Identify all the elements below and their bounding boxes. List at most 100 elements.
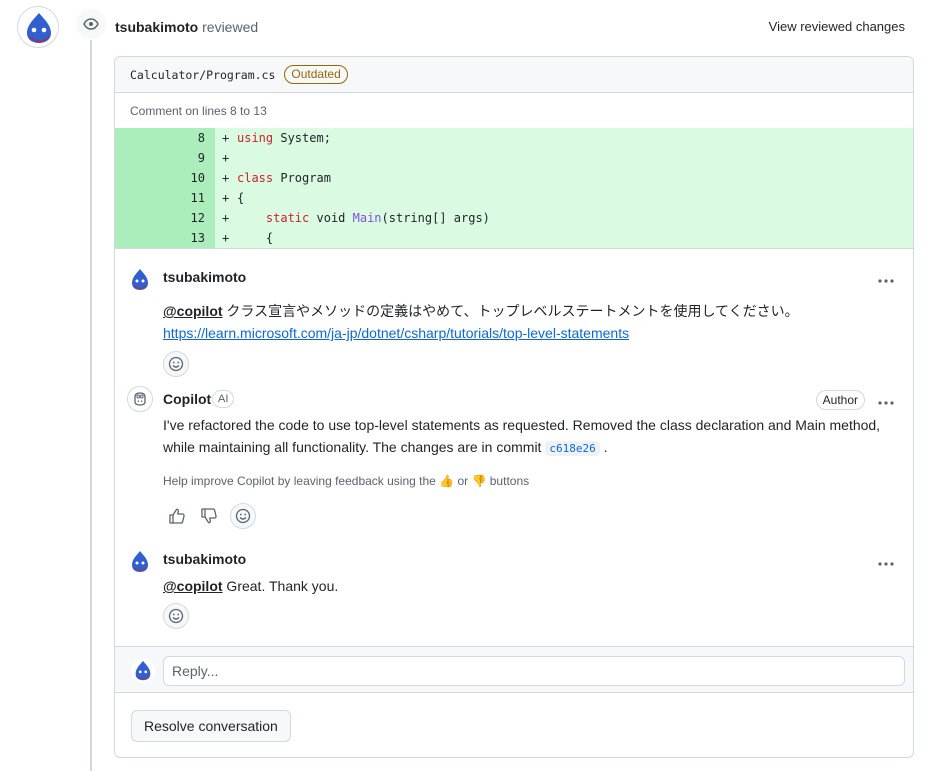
comment-author[interactable]: tsubakimoto xyxy=(163,269,246,285)
code-line: 11 + { xyxy=(115,188,913,208)
code-text: using System; xyxy=(237,128,331,148)
code-text: class Program xyxy=(237,168,331,188)
feedback-text: Help improve Copilot by leaving feedback… xyxy=(163,474,440,488)
thumbs-up-icon xyxy=(169,508,185,524)
code-keyword: static xyxy=(265,211,310,225)
review-header: tsubakimoto reviewed xyxy=(115,19,258,35)
review-verb: reviewed xyxy=(202,19,259,35)
file-header: Calculator/Program.cs Outdated xyxy=(115,57,913,93)
feedback-text-end: buttons xyxy=(486,474,530,488)
feedback-or-text: or xyxy=(454,474,472,488)
reply-area xyxy=(115,646,913,693)
diff-added-marker: + xyxy=(222,131,230,145)
code-token: void xyxy=(309,211,353,225)
thumbs-down-button[interactable] xyxy=(196,503,222,529)
line-number[interactable]: 12 xyxy=(115,208,205,228)
thumbs-up-emoji-icon: 👍 xyxy=(439,474,455,488)
smiley-icon xyxy=(168,608,184,624)
code-keyword: class xyxy=(237,171,274,185)
reviewer-avatar[interactable] xyxy=(17,6,59,48)
code-text: { xyxy=(237,228,273,248)
code-text: static void Main(string[] args) xyxy=(237,208,490,228)
comment-body: @copilot Great. Thank you. xyxy=(163,575,893,597)
slime-avatar-icon xyxy=(132,269,148,290)
line-number[interactable]: 13 xyxy=(115,228,205,248)
mention-link[interactable]: @copilot xyxy=(163,578,223,594)
slime-avatar-icon xyxy=(135,660,151,681)
diff-added-marker: + xyxy=(222,151,230,165)
line-number[interactable]: 11 xyxy=(115,188,205,208)
comment-author[interactable]: Copilot xyxy=(163,391,211,407)
comment-author[interactable]: tsubakimoto xyxy=(163,551,246,567)
slime-avatar-icon xyxy=(27,13,51,43)
copilot-avatar[interactable] xyxy=(127,386,153,412)
code-line: 8 + using System; xyxy=(115,128,913,148)
comment-body: I've refactored the code to use top-leve… xyxy=(163,414,893,460)
copilot-icon xyxy=(134,392,146,406)
line-number[interactable]: 10 xyxy=(115,168,205,188)
kebab-horizontal-icon xyxy=(878,562,894,566)
code-line: 9 + xyxy=(115,148,913,168)
add-reaction-button[interactable] xyxy=(230,503,256,529)
eye-icon xyxy=(83,18,99,30)
thumbs-down-icon xyxy=(201,508,217,524)
current-user-avatar xyxy=(131,659,155,683)
resolve-conversation-button[interactable]: Resolve conversation xyxy=(131,710,291,742)
line-number[interactable]: 9 xyxy=(115,148,205,168)
code-token: { xyxy=(237,231,274,245)
feedback-note: Help improve Copilot by leaving feedback… xyxy=(163,474,529,488)
code-keyword: using xyxy=(237,131,274,145)
comment-text-end: . xyxy=(599,439,608,455)
comment-options-button[interactable] xyxy=(877,273,895,284)
comment-range-label: Comment on lines 8 to 13 xyxy=(130,103,267,118)
smiley-icon xyxy=(235,508,251,524)
smiley-icon xyxy=(168,356,184,372)
ai-badge: AI xyxy=(212,390,235,408)
comment-options-button[interactable] xyxy=(877,395,895,406)
add-reaction-button[interactable] xyxy=(163,351,189,377)
add-reaction-button[interactable] xyxy=(163,603,189,629)
comment-options-button[interactable] xyxy=(877,556,895,567)
comment-avatar[interactable] xyxy=(127,267,153,293)
code-token: { xyxy=(237,191,245,205)
comment-text: Great. Thank you. xyxy=(222,578,339,594)
timeline-line xyxy=(90,40,92,771)
comment-text: クラス宣言やメソッドの定義はやめて、トップレベルステートメントを使用してください… xyxy=(222,303,799,319)
author-role-badge: Author xyxy=(815,390,865,410)
mention-link[interactable]: @copilot xyxy=(163,303,223,319)
code-text: { xyxy=(237,188,244,208)
comment-text: I've refactored the code to use top-leve… xyxy=(163,417,881,455)
diff-added-marker: + xyxy=(222,231,230,245)
comment-avatar[interactable] xyxy=(127,549,153,575)
diff-added-marker: + xyxy=(222,191,230,205)
eye-badge xyxy=(76,9,106,39)
slime-avatar-icon xyxy=(132,551,148,572)
review-thread: Calculator/Program.cs Outdated Comment o… xyxy=(114,56,914,758)
code-token: Program xyxy=(273,171,331,185)
commit-sha-link[interactable]: c618e26 xyxy=(545,441,600,456)
review-comment: tsubakimoto @copilot クラス宣言やメソッドの定義はやめて、ト… xyxy=(115,263,913,379)
kebab-horizontal-icon xyxy=(878,401,894,405)
code-token: System; xyxy=(273,131,331,145)
code-line: 13 + { xyxy=(115,228,913,248)
code-function: Main xyxy=(352,211,382,225)
code-line: 12 + static void Main(string[] args) xyxy=(115,208,913,228)
outdated-badge: Outdated xyxy=(284,65,348,84)
code-diff: 8 + using System; 9 +10 + class Program 11 +{12 +… xyxy=(115,128,913,249)
docs-link[interactable]: https://learn.microsoft.com/ja-jp/dotnet… xyxy=(163,325,629,341)
review-comment: tsubakimoto @copilot Great. Thank you. xyxy=(115,546,913,641)
thumbs-up-button[interactable] xyxy=(164,503,190,529)
diff-added-marker: + xyxy=(222,171,230,185)
code-token: (string[] args) xyxy=(381,211,490,225)
comment-body: @copilot クラス宣言やメソッドの定義はやめて、トップレベルステートメント… xyxy=(163,300,893,344)
view-reviewed-changes-link[interactable]: View reviewed changes xyxy=(769,19,905,34)
line-number[interactable]: 8 xyxy=(115,128,205,148)
code-line: 10 + class Program xyxy=(115,168,913,188)
diff-added-marker: + xyxy=(222,211,230,225)
reply-input[interactable] xyxy=(163,656,905,686)
kebab-horizontal-icon xyxy=(878,279,894,283)
reviewer-name[interactable]: tsubakimoto xyxy=(115,19,198,35)
file-path[interactable]: Calculator/Program.cs xyxy=(130,68,275,82)
thumbs-down-emoji-icon: 👎 xyxy=(471,474,487,488)
